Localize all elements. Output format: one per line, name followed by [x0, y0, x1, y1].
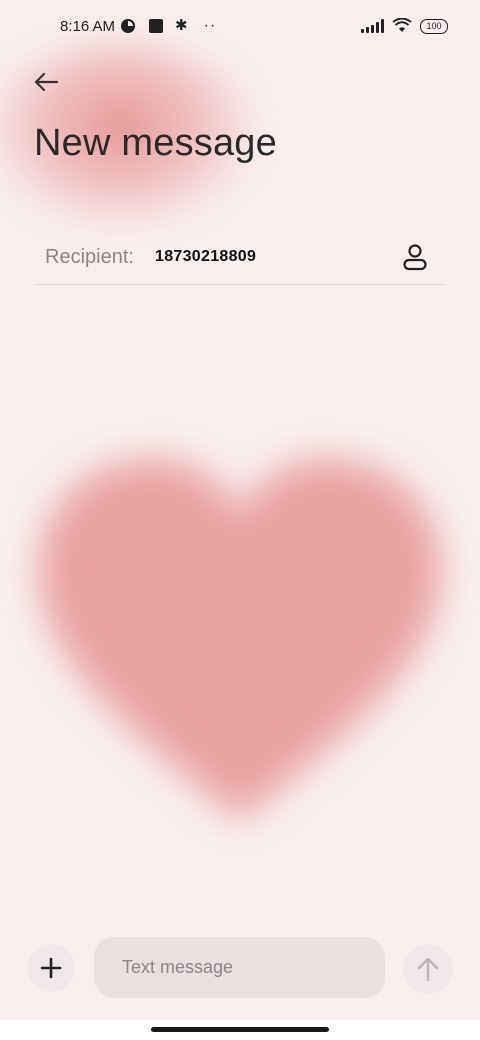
heart-shape [40, 460, 440, 820]
contact-person-icon [403, 244, 427, 271]
contact-picker-button[interactable] [400, 242, 430, 272]
arrow-up-icon [417, 957, 439, 982]
background-heart [10, 420, 470, 850]
square-notification-icon [149, 19, 163, 33]
vpn-icon [121, 19, 135, 33]
add-attachment-button[interactable] [27, 944, 75, 992]
settings-gear-icon: ✱ [175, 17, 188, 34]
battery-icon: 100 [420, 18, 448, 34]
send-button[interactable] [403, 944, 453, 994]
signal-icon [361, 19, 384, 33]
recipient-label: Recipient: [45, 246, 134, 268]
back-button[interactable] [28, 64, 64, 100]
more-dots-icon: ·· [203, 17, 217, 34]
recipient-value[interactable]: 18730218809 [155, 248, 256, 266]
status-time: 8:16 AM [60, 18, 116, 35]
back-arrow-icon [34, 72, 59, 92]
message-input[interactable] [94, 937, 385, 998]
home-indicator[interactable] [151, 1027, 329, 1032]
composer [0, 930, 480, 1006]
recipient-row[interactable]: Recipient: 18730218809 [36, 232, 444, 285]
plus-icon [40, 957, 62, 979]
status-icons-right: 100 [361, 18, 448, 34]
wifi-icon [392, 18, 412, 32]
status-icons-left: ✱ ·· [121, 17, 217, 34]
page-title: New message [34, 122, 277, 164]
status-bar: 8:16 AM ✱ ·· 100 [0, 0, 480, 56]
